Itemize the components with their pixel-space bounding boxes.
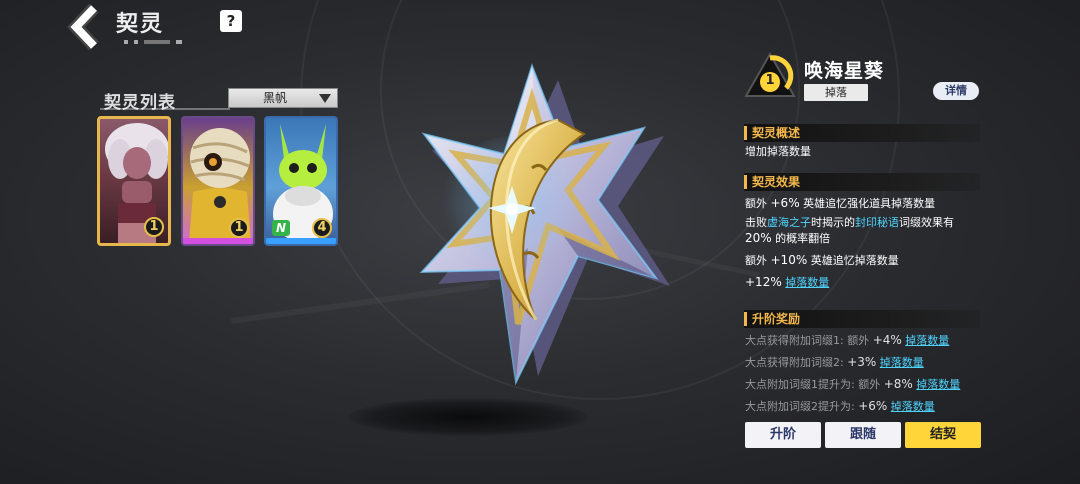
back-button[interactable]	[64, 3, 110, 51]
overview-text: 增加掉落数量	[745, 145, 811, 158]
ascension-value: +8%	[883, 377, 913, 391]
effect-line-1: 额外 +6% 英雄追忆强化道具掉落数量	[745, 196, 935, 211]
effect-value: +12%	[745, 275, 782, 289]
effect-line-4: 额外 +10% 英雄追忆掉落数量	[745, 253, 899, 268]
ascension-row: 大点获得附加词缀2: +3% 掉落数量	[745, 355, 924, 370]
chevron-left-icon	[67, 3, 99, 51]
bond-button[interactable]: 结契	[905, 422, 981, 448]
ascension-label: 大点获得附加词缀1: 额外	[745, 334, 873, 347]
help-button[interactable]: ?	[220, 10, 242, 32]
effect-value: +10%	[770, 253, 808, 267]
rarity-bar	[183, 238, 253, 244]
rank-badge: 1	[744, 51, 796, 100]
artifact-shadow	[348, 398, 588, 436]
title-decoration	[124, 40, 182, 44]
ascension-row: 大点附加词缀2提升为: +6% 掉落数量	[745, 399, 935, 414]
effect-text: 的概率翻倍	[771, 232, 831, 245]
effect-line-2: 击败虚海之子时揭示的封印秘语词缀效果有	[745, 216, 954, 230]
ascension-value: +6%	[858, 399, 888, 413]
caret-down-icon	[319, 94, 331, 103]
effect-text: 词缀效果有	[899, 216, 954, 229]
star-moon-artifact-icon	[419, 63, 670, 386]
effect-text: 时揭示的	[811, 216, 855, 229]
ascension-label: 大点附加词缀2提升为:	[745, 400, 859, 413]
keyword-link[interactable]: 掉落数量	[891, 400, 935, 413]
keyword-link[interactable]: 掉落数量	[905, 334, 949, 347]
effects-title: 契灵效果	[752, 175, 801, 189]
card-level-badge: 1	[144, 217, 164, 237]
effect-value: 20%	[745, 231, 772, 245]
ascension-value: +4%	[872, 333, 902, 347]
spirit-name: 唤海星葵	[804, 60, 885, 82]
ascend-button[interactable]: 升阶	[745, 422, 821, 448]
spirit-card-3[interactable]: N 4	[264, 116, 338, 246]
keyword-link[interactable]: 掉落数量	[916, 378, 960, 391]
keyword-link[interactable]: 封印秘语	[855, 216, 899, 229]
follow-button[interactable]: 跟随	[825, 422, 901, 448]
ascension-value: +3%	[847, 355, 877, 369]
ascension-row: 大点获得附加词缀1: 额外 +4% 掉落数量	[745, 333, 949, 348]
page-title: 契灵	[116, 12, 165, 37]
card-level-badge: 4	[312, 218, 332, 238]
ascension-row: 大点附加词缀1提升为: 额外 +8% 掉落数量	[745, 377, 960, 392]
ascension-label: 大点附加词缀1提升为: 额外	[745, 378, 884, 391]
effects-section-header: 契灵效果	[744, 173, 980, 191]
type-tag: 掉落	[804, 84, 868, 101]
rarity-bar	[266, 238, 336, 244]
list-title-underline	[100, 108, 230, 110]
filter-dropdown[interactable]: 黑帆	[228, 88, 338, 108]
ascension-title: 升阶奖励	[752, 312, 801, 326]
keyword-link[interactable]: 掉落数量	[785, 276, 829, 289]
spirit-card-1[interactable]: 1	[97, 116, 171, 246]
effect-text: 额外	[745, 197, 771, 210]
effect-value: +6%	[770, 196, 800, 210]
effect-text: 英雄追忆强化道具掉落数量	[799, 197, 936, 210]
effect-text: 英雄追忆掉落数量	[807, 254, 899, 267]
keyword-link[interactable]: 掉落数量	[880, 356, 924, 369]
ascension-section-header: 升阶奖励	[744, 310, 980, 328]
overview-section-header: 契灵概述	[744, 124, 980, 142]
effect-line-5: +12% 掉落数量	[745, 275, 829, 290]
effect-text: 额外	[745, 254, 771, 267]
keyword-link[interactable]: 虚海之子	[767, 216, 811, 229]
overview-title: 契灵概述	[752, 126, 801, 140]
rarity-badge: N	[272, 220, 290, 236]
ascension-label: 大点获得附加词缀2:	[745, 356, 848, 369]
effect-line-3: 20% 的概率翻倍	[745, 231, 830, 246]
filter-dropdown-value: 黑帆	[263, 91, 288, 105]
spirit-card-2[interactable]: 1	[181, 116, 255, 246]
details-button[interactable]: 详情	[933, 82, 979, 100]
effect-text: 击败	[745, 216, 767, 229]
artifact-model	[408, 58, 698, 388]
card-level-badge: 1	[229, 218, 249, 238]
rank-number: 1	[765, 73, 775, 88]
